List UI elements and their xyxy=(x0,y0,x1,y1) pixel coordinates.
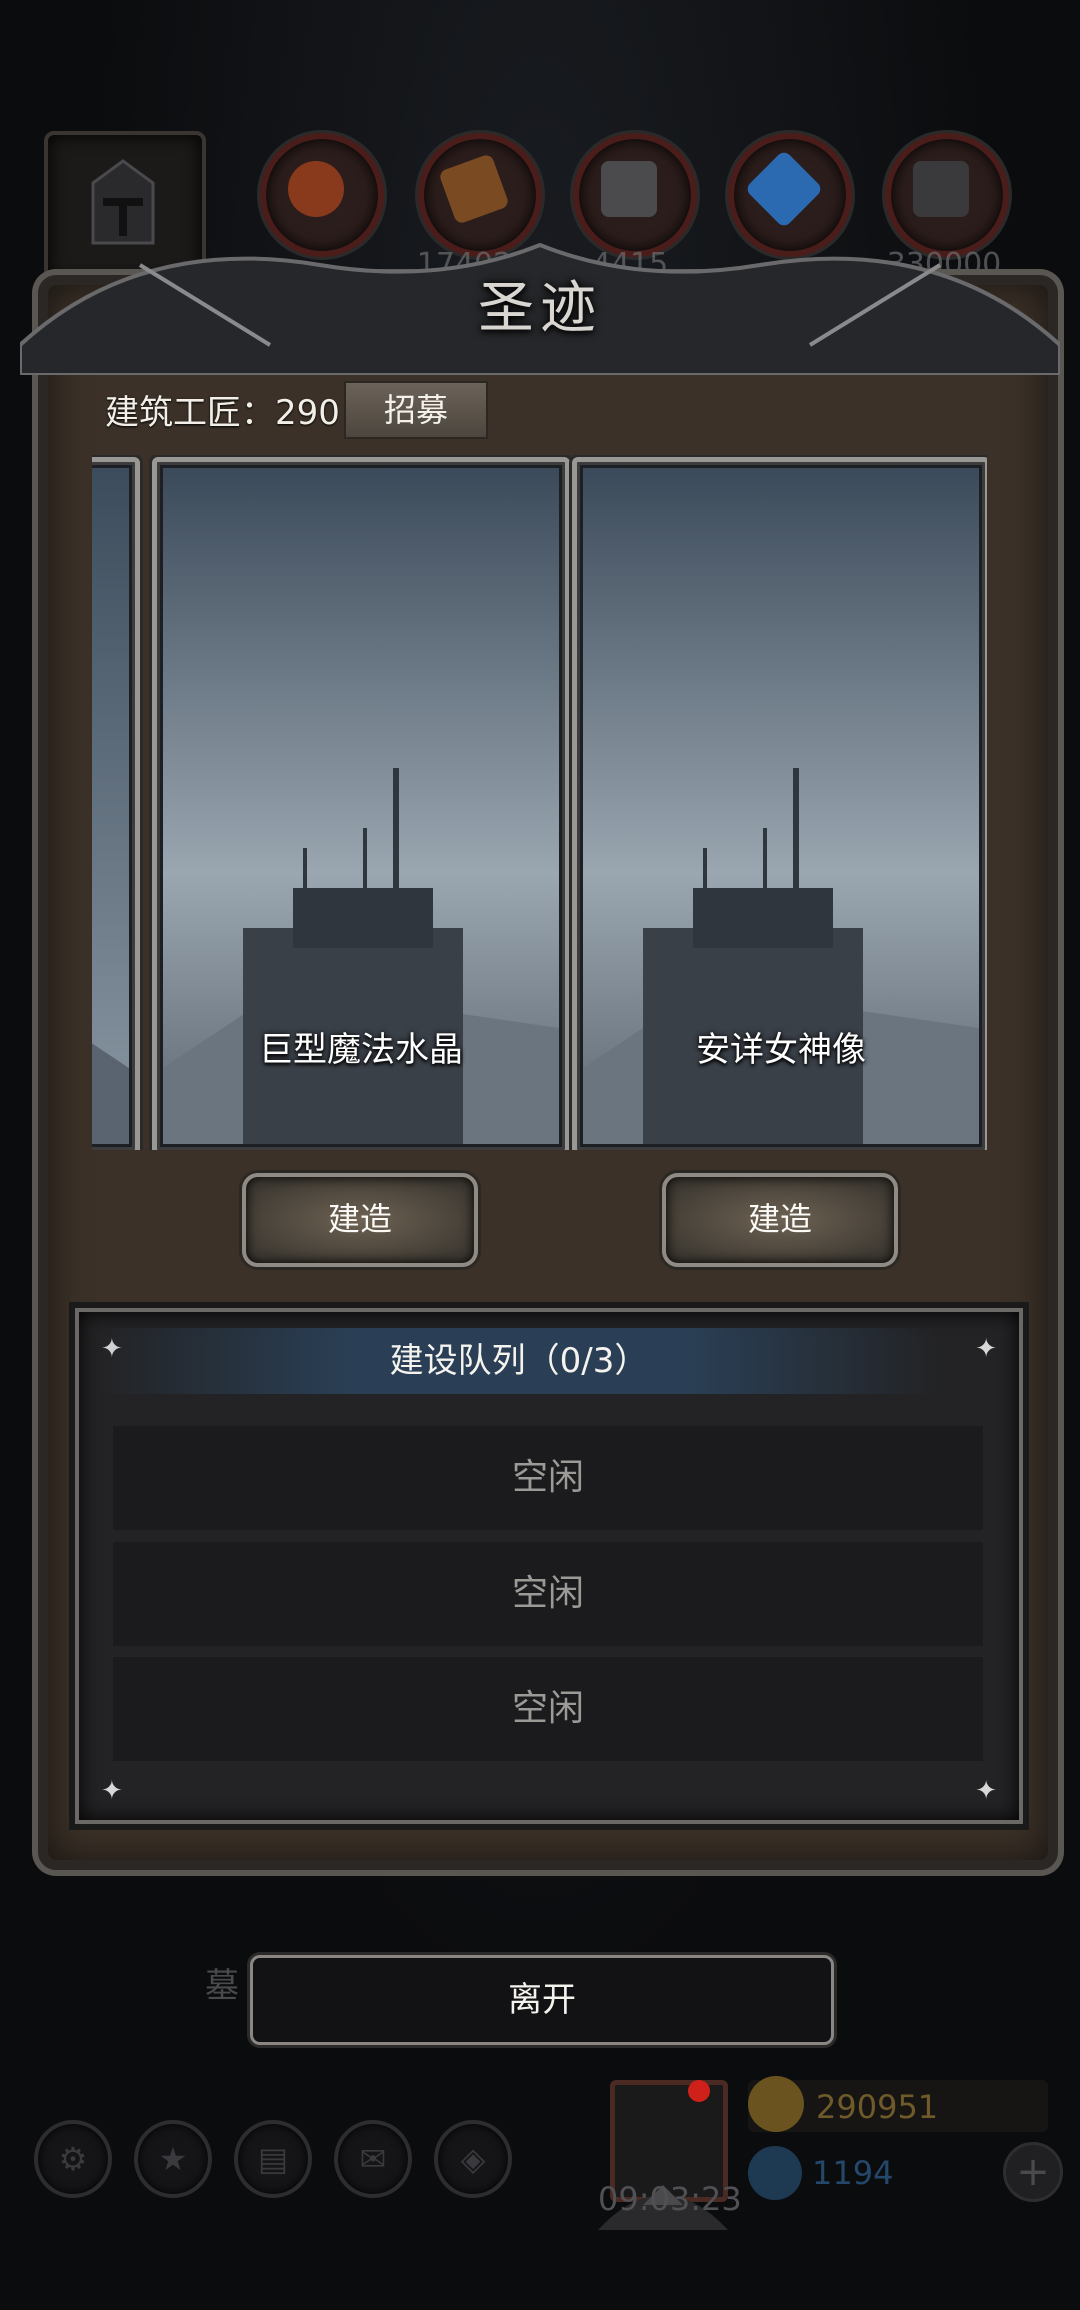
relic-card-crystal[interactable]: 巨型魔法水晶 xyxy=(152,457,570,1150)
panel-title: 圣迹 xyxy=(478,276,602,341)
leave-button[interactable]: 离开 xyxy=(250,1955,834,2045)
bottom-bar: ⚙ ★ ▤ ✉ ◈ 09:03:23 290951 1194 + xyxy=(0,2076,1080,2310)
relic-card-partial[interactable] xyxy=(92,457,140,1150)
queue-slot[interactable]: 空闲 xyxy=(113,1426,983,1530)
star-ornament-icon: ✦ xyxy=(101,1776,123,1806)
build-button-crystal[interactable]: 建造 xyxy=(242,1173,478,1267)
queue-header: 建设队列（0/3） xyxy=(99,1328,939,1394)
background-label: 墓 xyxy=(205,1966,239,2006)
relic-name: 巨型魔法水晶 xyxy=(259,1030,463,1070)
book-icon[interactable]: ▤ xyxy=(234,2120,312,2198)
relic-name: 安详女神像 xyxy=(696,1030,866,1070)
wood-icon xyxy=(438,153,510,225)
recruit-button[interactable]: 招募 xyxy=(344,381,488,439)
gold-value: 290951 xyxy=(816,2088,939,2126)
queue-slot[interactable]: 空闲 xyxy=(113,1542,983,1646)
game-clock: 09:03:23 xyxy=(598,2180,742,2218)
ore-icon xyxy=(288,161,344,217)
queue-slot[interactable]: 空闲 xyxy=(113,1657,983,1761)
settings-icon[interactable]: ⚙ xyxy=(34,2120,112,2198)
crystal-icon xyxy=(744,149,824,229)
star-ornament-icon: ✦ xyxy=(975,1776,997,1806)
gem-icon xyxy=(748,2146,802,2200)
notification-dot xyxy=(688,2080,710,2102)
add-gems-icon[interactable]: + xyxy=(1003,2142,1063,2202)
gem-value: 1194 xyxy=(812,2154,894,2192)
stone-icon xyxy=(601,161,657,217)
star-ornament-icon: ✦ xyxy=(975,1334,997,1364)
box-icon[interactable]: ◈ xyxy=(434,2120,512,2198)
build-button-statue[interactable]: 建造 xyxy=(662,1173,898,1267)
mail-icon[interactable]: ✉ xyxy=(334,2120,412,2198)
badge-icon[interactable]: ★ xyxy=(134,2120,212,2198)
relic-card-statue[interactable]: 安详女神像 xyxy=(572,457,987,1150)
iron-icon xyxy=(913,161,969,217)
gold-coin-icon xyxy=(748,2076,804,2132)
relic-art xyxy=(92,468,129,1144)
craftsmen-count: 建筑工匠：290 xyxy=(105,393,340,433)
relic-carousel[interactable]: 巨型魔法水晶 安详女神像 xyxy=(92,455,987,1150)
build-queue: ✦ ✦ ✦ ✦ 建设队列（0/3） 空闲 空闲 空闲 xyxy=(75,1308,1023,1824)
